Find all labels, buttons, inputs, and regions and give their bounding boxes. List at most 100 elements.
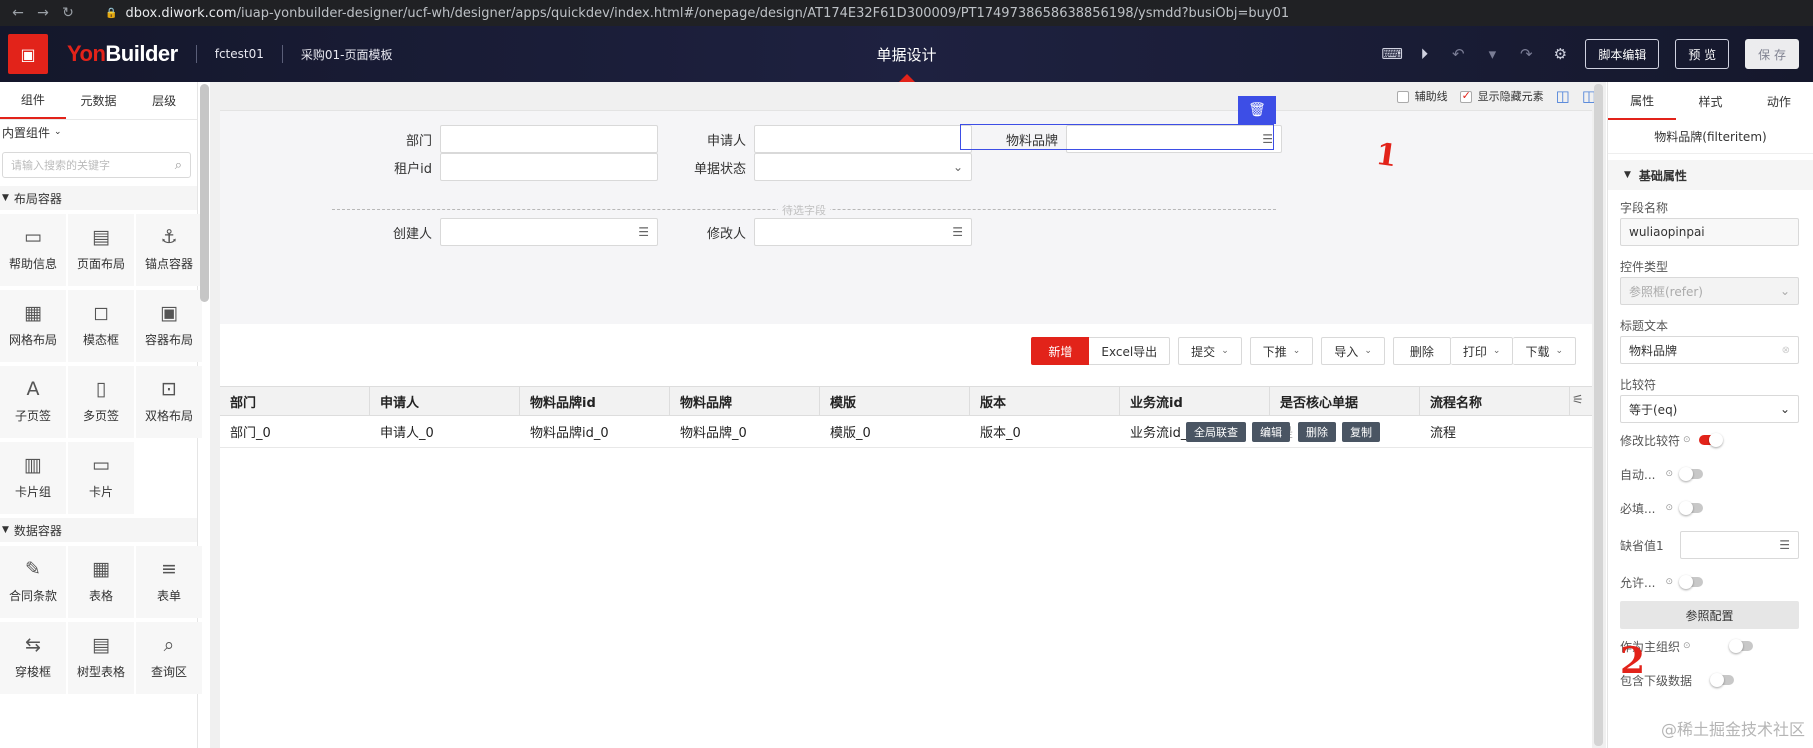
undo-icon[interactable]: ↶ [1449, 45, 1467, 63]
redo-icon[interactable]: ↷ [1517, 45, 1535, 63]
tab-styles[interactable]: 样式 [1676, 82, 1744, 120]
tab-properties[interactable]: 属性 [1608, 82, 1677, 120]
app-header: ▣ YonBuilder fctest01 采购01-页面模板 单据设计 ⌨ ⏵… [0, 26, 1813, 82]
table-row[interactable]: 部门_0申请人_0物料品牌id_0物料品牌_0模版_0版本_0业务流id_0是流… [220, 416, 1592, 448]
dept-input[interactable] [440, 125, 658, 153]
template-name[interactable]: 采购01-页面模板 [301, 46, 393, 63]
layout-item[interactable]: ▭ 卡片 [68, 442, 134, 514]
row-edit-button[interactable]: 编辑 [1252, 422, 1290, 442]
column-header[interactable]: 物料品牌id [520, 387, 670, 415]
left-scrollbar[interactable] [200, 84, 209, 302]
split-view-icon[interactable]: ◫ [1556, 87, 1570, 105]
layout-item[interactable]: ▯ 多页签 [68, 366, 134, 438]
layout-item[interactable]: ◻ 模态框 [68, 290, 134, 362]
tab-components[interactable]: 组件 [0, 82, 66, 119]
tenant-input[interactable] [440, 153, 658, 181]
applicant-input[interactable] [754, 125, 972, 153]
play-icon[interactable]: ⏵ [1415, 45, 1433, 63]
history-dropdown-icon[interactable]: ▾ [1483, 45, 1501, 63]
status-select[interactable]: ⌄ [754, 153, 972, 181]
basic-properties-section[interactable]: ▼ 基础属性 [1608, 160, 1813, 190]
reference-config-button[interactable]: 参照配置 [1620, 601, 1799, 629]
column-settings-icon[interactable]: ⚟ [1572, 393, 1584, 408]
component-search-input[interactable]: 请输入搜索的关键字 ⌕ [2, 152, 191, 178]
data-item[interactable]: ⇆ 穿梭框 [0, 622, 66, 694]
data-item[interactable]: ▦ 表格 [68, 546, 134, 618]
excel-export-button[interactable]: Excel导出 [1089, 337, 1171, 365]
column-header[interactable]: 申请人 [370, 387, 520, 415]
main-org-switch[interactable] [1728, 639, 1753, 653]
tab-metadata[interactable]: 元数据 [66, 82, 132, 119]
auto-switch[interactable] [1679, 467, 1703, 481]
table-cell: 申请人_0 [380, 426, 434, 441]
delete-field-button[interactable]: 🗑 [1238, 96, 1276, 124]
row-copy-button[interactable]: 复制 [1342, 422, 1380, 442]
modifier-input[interactable]: ☰ [754, 218, 972, 246]
data-component-grid: ✎ 合同条款 ▦ 表格 ≡ 表单 ⇆ 穿梭框 ▤ 树型表格 ⌕ 查询区 [0, 542, 202, 698]
import-dropdown[interactable]: 导入 ⌄ [1321, 337, 1385, 365]
allow-switch[interactable] [1679, 575, 1703, 589]
column-header[interactable]: 模版 [820, 387, 970, 415]
keyboard-icon[interactable]: ⌨ [1381, 45, 1403, 63]
helper-line-checkbox[interactable]: 辅助线 [1396, 88, 1448, 104]
tab-hierarchy[interactable]: 层级 [131, 82, 197, 119]
layout-item[interactable]: ⚓ 锚点容器 [136, 214, 202, 286]
layout-item[interactable]: ▣ 容器布局 [136, 290, 202, 362]
url-domain: dbox.diwork.com [125, 5, 237, 21]
push-dropdown[interactable]: 下推 ⌄ [1249, 337, 1314, 365]
global-query-button[interactable]: 全局联查 [1186, 422, 1246, 442]
control-type-label: 控件类型 [1620, 259, 1669, 274]
submit-dropdown[interactable]: 提交 ⌄ [1178, 337, 1242, 365]
control-type-select[interactable]: 参照框(refer) ⌄ [1620, 277, 1799, 305]
data-item[interactable]: ▤ 树型表格 [68, 622, 134, 694]
url-path: /iuap-yonbuilder-designer/ucf-wh/designe… [236, 5, 1290, 21]
default-value-input[interactable]: ☰ [1680, 531, 1799, 559]
column-header[interactable]: 业务流id [1120, 387, 1270, 415]
component-source-select[interactable]: 内置组件 ⌄ [0, 120, 197, 144]
include-sub-switch[interactable] [1710, 673, 1735, 687]
column-header[interactable]: 部门 [220, 387, 370, 415]
required-switch[interactable] [1679, 501, 1703, 515]
column-header[interactable]: 流程名称 [1420, 387, 1570, 415]
layout-item[interactable]: ▥ 卡片组 [0, 442, 66, 514]
tab-actions[interactable]: 动作 [1745, 82, 1813, 120]
group-layout-containers[interactable]: ▼ 布局容器 [0, 186, 197, 210]
compare-select[interactable]: 等于(eq) ⌄ [1620, 395, 1799, 423]
title-text-input[interactable]: 物料品牌 ⊗ [1620, 336, 1799, 364]
add-button[interactable]: 新增 [1031, 337, 1090, 365]
layout-item[interactable]: ▤ 页面布局 [68, 214, 134, 286]
layout-item[interactable]: ▭ 帮助信息 [0, 214, 66, 286]
column-header[interactable]: 是否核心单据 [1270, 387, 1420, 415]
delete-button[interactable]: 删除 [1392, 337, 1451, 365]
canvas-scrollbar[interactable] [1594, 84, 1603, 746]
save-button[interactable]: 保 存 [1745, 39, 1799, 69]
preview-button[interactable]: 预 览 [1675, 39, 1730, 69]
data-item[interactable]: ✎ 合同条款 [0, 546, 66, 618]
row-delete-button[interactable]: 删除 [1298, 422, 1336, 442]
component-icon: ▯ [95, 378, 107, 400]
column-header[interactable]: 物料品牌 [670, 387, 820, 415]
layout-item[interactable]: A 子页签 [0, 366, 66, 438]
data-item[interactable]: ⌕ 查询区 [136, 622, 202, 694]
settings-doc-icon[interactable]: ⚙ [1551, 45, 1569, 63]
caret-down-icon: ▼ [2, 525, 9, 535]
script-edit-button[interactable]: 脚本编辑 [1585, 39, 1660, 69]
back-icon[interactable]: ← [11, 5, 25, 21]
print-dropdown[interactable]: 打印 ⌄ [1450, 337, 1514, 365]
creator-input[interactable]: ☰ [440, 218, 658, 246]
app-logo-icon[interactable]: ▣ [8, 34, 48, 74]
show-hidden-checkbox[interactable]: 显示隐藏元素 [1459, 88, 1544, 104]
layout-item[interactable]: ⊡ 双格布局 [136, 366, 202, 438]
layout-item[interactable]: ▦ 网格布局 [0, 290, 66, 362]
forward-icon[interactable]: → [36, 5, 50, 21]
modify-compare-switch[interactable] [1698, 433, 1723, 447]
data-item[interactable]: ≡ 表单 [136, 546, 202, 618]
address-bar[interactable]: 🔒 dbox.diwork.com /iuap-yonbuilder-desig… [105, 6, 1289, 21]
app-name[interactable]: fctest01 [215, 47, 264, 61]
field-name-input[interactable]: wuliaopinpai [1620, 218, 1799, 246]
reload-icon[interactable]: ↻ [61, 5, 75, 21]
download-dropdown[interactable]: 下载 ⌄ [1513, 337, 1576, 365]
group-data-containers[interactable]: ▼ 数据容器 [0, 518, 197, 542]
column-header[interactable]: 版本 [970, 387, 1120, 415]
component-icon: ⇆ [25, 634, 41, 656]
